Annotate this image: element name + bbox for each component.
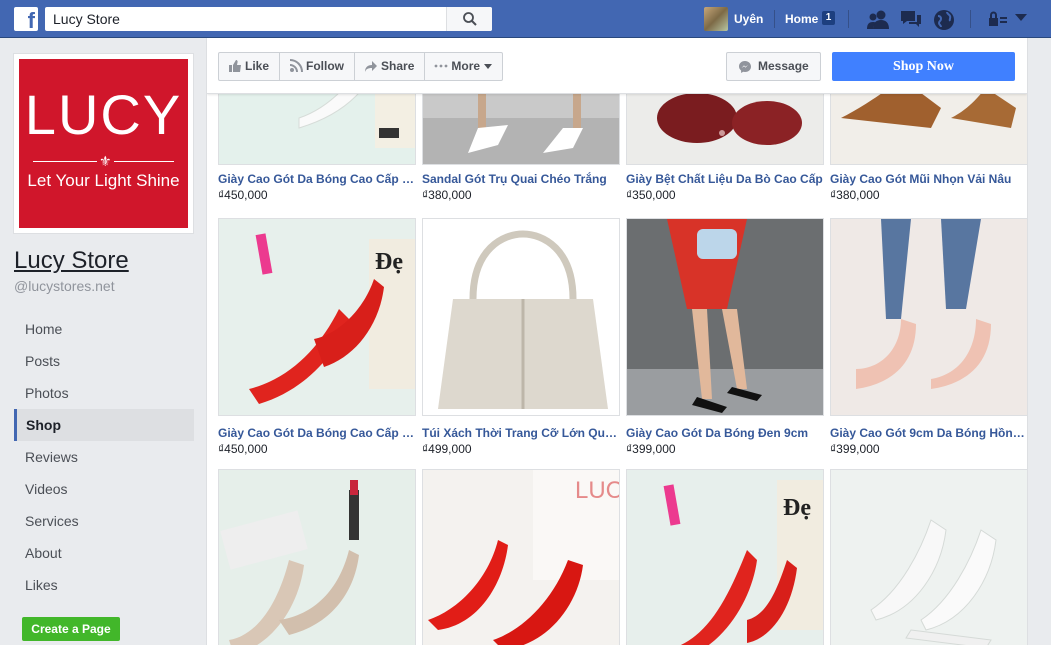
- shop-now-button[interactable]: Shop Now: [832, 52, 1015, 81]
- share-label: Share: [381, 59, 415, 73]
- chevron-down-icon: [484, 64, 493, 69]
- product-image-black-heels-legs[interactable]: [626, 218, 824, 416]
- like-button[interactable]: Like: [219, 53, 281, 80]
- product-price: ₫450,000: [218, 442, 268, 456]
- divider: [848, 10, 849, 28]
- fleur-de-lis-icon: ⚜: [97, 153, 114, 169]
- messages-icon[interactable]: [899, 9, 923, 29]
- product-price: ₫380,000: [422, 188, 472, 202]
- top-navigation-bar: f Uyên Home 1: [0, 0, 1051, 38]
- page-action-buttons: Like Follow Share More: [218, 52, 504, 81]
- product-image-red-heels-magazine-2[interactable]: Đẹ: [626, 469, 824, 645]
- nav-item-reviews[interactable]: Reviews: [14, 441, 194, 473]
- nav-item-photos[interactable]: Photos: [14, 377, 194, 409]
- product-price: ₫450,000: [218, 188, 268, 202]
- beige-heels-lipstick-photo: [219, 470, 415, 645]
- more-label: More: [451, 59, 481, 73]
- product-image-red-heels-box[interactable]: LUC: [422, 469, 620, 645]
- product-price: ₫399,000: [626, 442, 676, 456]
- notifications-globe-icon[interactable]: [933, 9, 955, 31]
- privacy-lock-icon[interactable]: [988, 11, 1008, 27]
- nav-item-services[interactable]: Services: [14, 505, 194, 537]
- thumbs-up-icon: [229, 60, 241, 72]
- nav-item-about[interactable]: About: [14, 537, 194, 569]
- product-name[interactable]: Giày Cao Gót Da Bóng Cao Cấp Màu Đỏ: [218, 426, 416, 440]
- user-name: Uyên: [734, 12, 764, 26]
- page-profile-picture[interactable]: LUCY ⚜ Let Your Light Shine: [13, 53, 194, 234]
- message-button[interactable]: Message: [726, 52, 821, 81]
- home-link[interactable]: Home: [785, 12, 818, 26]
- product-image-nude-heels-legs[interactable]: [830, 218, 1027, 416]
- black-heels-legs-photo: [627, 219, 823, 415]
- follow-button[interactable]: Follow: [280, 53, 356, 80]
- red-heels-magazine-photo: Đẹ: [219, 219, 415, 415]
- white-heels-pair-photo: [831, 470, 1027, 645]
- product-image-red-heels-magazine[interactable]: Đẹ: [218, 218, 416, 416]
- share-arrow-icon: [365, 61, 378, 72]
- product-name[interactable]: Sandal Gót Trụ Quai Chéo Trắng: [422, 172, 620, 186]
- svg-text:Đẹ: Đẹ: [375, 249, 403, 275]
- messenger-icon: [739, 61, 751, 73]
- product-price: ₫380,000: [830, 188, 880, 202]
- nude-heels-legs-photo: [831, 219, 1027, 415]
- divider: [970, 10, 971, 28]
- product-image-white-heels-pair[interactable]: [830, 469, 1027, 645]
- lucy-logo: LUCY ⚜ Let Your Light Shine: [19, 59, 188, 228]
- page-sidebar: LUCY ⚜ Let Your Light Shine Lucy Store @…: [0, 38, 207, 645]
- search-icon: [463, 12, 477, 26]
- facebook-logo-letter: f: [27, 8, 35, 33]
- product-price: ₫499,000: [422, 442, 472, 456]
- message-label: Message: [758, 59, 809, 73]
- more-button[interactable]: More: [425, 53, 502, 80]
- logo-tagline: Let Your Light Shine: [27, 171, 180, 190]
- product-name[interactable]: Giày Bệt Chất Liệu Da Bò Cao Cấp: [626, 172, 824, 186]
- search-input[interactable]: [45, 7, 445, 31]
- shop-content: Like Follow Share More Message Shop Now: [206, 38, 1028, 645]
- product-name[interactable]: Giày Cao Gót Da Bóng Đen 9cm: [626, 426, 824, 440]
- page-action-bar: Like Follow Share More Message Shop Now: [207, 38, 1027, 94]
- product-price: ₫350,000: [626, 188, 676, 202]
- divider: [774, 10, 775, 28]
- red-heels-magazine-2-photo: Đẹ: [627, 470, 823, 645]
- product-image-beige-heels-lipstick[interactable]: [218, 469, 416, 645]
- product-name[interactable]: Giày Cao Gót 9cm Da Bóng Hồng Nude: [830, 426, 1027, 440]
- avatar: [704, 7, 728, 31]
- create-page-button[interactable]: Create a Page: [22, 617, 120, 641]
- follow-label: Follow: [306, 59, 345, 73]
- page-nav: Home Posts Photos Shop Reviews Videos Se…: [14, 313, 194, 601]
- search-box: [45, 7, 492, 31]
- home-notification-badge: 1: [822, 11, 835, 25]
- logo-title: LUCY: [24, 83, 183, 146]
- beige-handbag-photo: [423, 219, 619, 415]
- search-button[interactable]: [446, 7, 492, 31]
- nav-item-shop[interactable]: Shop: [14, 409, 194, 441]
- page-title[interactable]: Lucy Store: [14, 247, 129, 275]
- red-heels-box-photo: LUC: [423, 470, 620, 645]
- product-price: ₫399,000: [830, 442, 880, 456]
- account-menu-chevron-icon[interactable]: [1015, 14, 1027, 22]
- nav-item-posts[interactable]: Posts: [14, 345, 194, 377]
- like-label: Like: [245, 59, 270, 73]
- nav-item-videos[interactable]: Videos: [14, 473, 194, 505]
- friend-requests-icon[interactable]: [866, 9, 890, 29]
- product-name[interactable]: Giày Cao Gót Da Bóng Cao Cấp Đế Nhọn: [218, 172, 416, 186]
- page-username[interactable]: @lucystores.net: [14, 278, 115, 294]
- page-scroll-area[interactable]: [1033, 38, 1051, 645]
- nav-item-home[interactable]: Home: [14, 313, 194, 345]
- more-dots-icon: [434, 64, 448, 68]
- facebook-logo-icon[interactable]: f: [14, 7, 38, 33]
- product-name[interactable]: Túi Xách Thời Trang Cỡ Lớn Quai Cầm: [422, 426, 620, 440]
- rss-follow-icon: [289, 59, 304, 73]
- svg-text:LUC: LUC: [575, 477, 620, 504]
- product-image-beige-handbag[interactable]: [422, 218, 620, 416]
- svg-text:Đẹ: Đẹ: [783, 495, 811, 521]
- product-name[interactable]: Giày Cao Gót Mũi Nhọn Vải Nâu: [830, 172, 1027, 186]
- nav-item-likes[interactable]: Likes: [14, 569, 194, 601]
- share-button[interactable]: Share: [355, 53, 426, 80]
